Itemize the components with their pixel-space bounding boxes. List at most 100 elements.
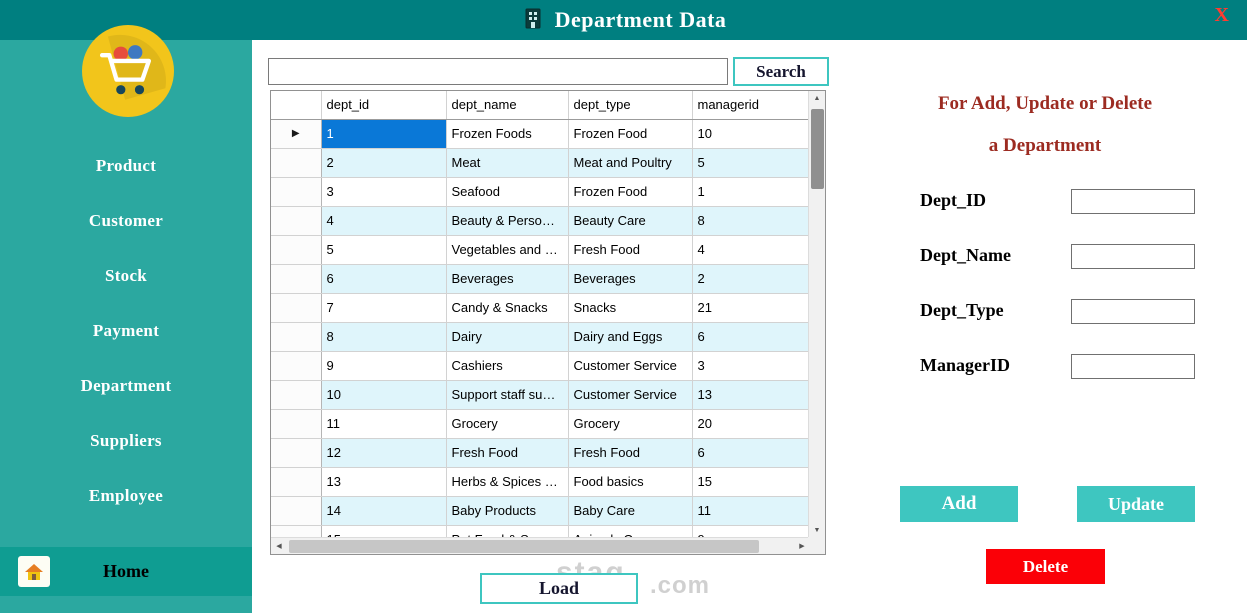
table-row[interactable]: 14 Baby Products Baby Care 11	[271, 496, 810, 526]
table-row[interactable]: 2 Meat Meat and Poultry 5	[271, 148, 810, 178]
grid-cell[interactable]: 3	[321, 177, 447, 207]
table-row[interactable]: 10 Support staff su… Customer Service 13	[271, 380, 810, 410]
close-icon[interactable]: X	[1215, 4, 1229, 27]
grid-cell[interactable]: 10	[692, 119, 810, 149]
table-row[interactable]: 3 Seafood Frozen Food 1	[271, 177, 810, 207]
dept-id-input[interactable]	[1071, 189, 1195, 214]
sidebar-item-department[interactable]: Department	[0, 370, 252, 402]
grid-cell[interactable]: Snacks	[568, 293, 693, 323]
grid-cell[interactable]: 13	[692, 380, 810, 410]
table-row[interactable]: 6 Beverages Beverages 2	[271, 264, 810, 294]
scroll-up-icon[interactable]: ▲	[809, 91, 825, 107]
grid-cell[interactable]: 4	[321, 206, 447, 236]
grid-cell[interactable]: 8	[692, 206, 810, 236]
grid-cell[interactable]: Dairy	[446, 322, 569, 352]
row-header[interactable]	[271, 293, 322, 323]
grid-cell[interactable]: 13	[321, 467, 447, 497]
sidebar-item-stock[interactable]: Stock	[0, 260, 252, 292]
dept-name-input[interactable]	[1071, 244, 1195, 269]
dept-type-input[interactable]	[1071, 299, 1195, 324]
grid-cell[interactable]: 12	[321, 438, 447, 468]
grid-cell[interactable]: Dairy and Eggs	[568, 322, 693, 352]
table-row[interactable]: 12 Fresh Food Fresh Food 6	[271, 438, 810, 468]
row-header[interactable]	[271, 148, 322, 178]
grid-cell[interactable]: Food basics	[568, 467, 693, 497]
sidebar-item-suppliers[interactable]: Suppliers	[0, 425, 252, 457]
grid-cell[interactable]: 6	[692, 438, 810, 468]
sidebar-item-customer[interactable]: Customer	[0, 205, 252, 237]
grid-cell[interactable]: Support staff su…	[446, 380, 569, 410]
grid-cell[interactable]: Baby Products	[446, 496, 569, 526]
grid-cell[interactable]: Beverages	[446, 264, 569, 294]
grid-cell[interactable]: Beauty & Perso…	[446, 206, 569, 236]
add-button[interactable]: Add	[900, 486, 1018, 522]
grid-cell[interactable]: Customer Service	[568, 380, 693, 410]
grid-cell[interactable]: Vegetables and …	[446, 235, 569, 265]
grid-cell[interactable]: Grocery	[446, 409, 569, 439]
grid-cell[interactable]: 2	[321, 148, 447, 178]
row-header[interactable]	[271, 409, 322, 439]
department-table[interactable]: dept_id dept_name dept_type managerid ▶ 1…	[270, 90, 826, 555]
row-header[interactable]	[271, 351, 322, 381]
row-header[interactable]	[271, 235, 322, 265]
row-header[interactable]	[271, 177, 322, 207]
table-row[interactable]: 9 Cashiers Customer Service 3	[271, 351, 810, 381]
column-header-managerid[interactable]: managerid	[692, 91, 810, 120]
grid-cell[interactable]: Frozen Food	[568, 119, 693, 149]
table-row[interactable]: 8 Dairy Dairy and Eggs 6	[271, 322, 810, 352]
update-button[interactable]: Update	[1077, 486, 1195, 522]
grid-cell[interactable]: Fresh Food	[446, 438, 569, 468]
horizontal-scroll-thumb[interactable]	[289, 540, 759, 553]
vertical-scroll-thumb[interactable]	[811, 109, 824, 189]
column-header-dept-type[interactable]: dept_type	[568, 91, 693, 120]
table-row[interactable]: 5 Vegetables and … Fresh Food 4	[271, 235, 810, 265]
row-header[interactable]	[271, 438, 322, 468]
grid-cell[interactable]: 1	[321, 119, 447, 149]
row-header[interactable]	[271, 206, 322, 236]
grid-cell[interactable]: Fresh Food	[568, 438, 693, 468]
grid-cell[interactable]: Customer Service	[568, 351, 693, 381]
table-row[interactable]: 13 Herbs & Spices … Food basics 15	[271, 467, 810, 497]
table-row[interactable]: ▶ 1 Frozen Foods Frozen Food 10	[271, 119, 810, 149]
grid-cell[interactable]: Seafood	[446, 177, 569, 207]
grid-cell[interactable]: 7	[321, 293, 447, 323]
grid-cell[interactable]: Frozen Food	[568, 177, 693, 207]
grid-cell[interactable]: Beauty Care	[568, 206, 693, 236]
vertical-scrollbar[interactable]: ▲ ▼	[808, 91, 825, 539]
grid-cell[interactable]: Cashiers	[446, 351, 569, 381]
table-row[interactable]: 7 Candy & Snacks Snacks 21	[271, 293, 810, 323]
row-header[interactable]	[271, 467, 322, 497]
grid-cell[interactable]: 6	[321, 264, 447, 294]
grid-cell[interactable]: 5	[692, 148, 810, 178]
row-header[interactable]	[271, 380, 322, 410]
table-row[interactable]: 4 Beauty & Perso… Beauty Care 8	[271, 206, 810, 236]
grid-cell[interactable]: 4	[692, 235, 810, 265]
grid-cell[interactable]: Meat and Poultry	[568, 148, 693, 178]
grid-cell[interactable]: 21	[692, 293, 810, 323]
row-header[interactable]	[271, 322, 322, 352]
grid-cell[interactable]: Grocery	[568, 409, 693, 439]
current-row-marker[interactable]: ▶	[271, 119, 322, 149]
grid-cell[interactable]: 20	[692, 409, 810, 439]
sidebar-item-product[interactable]: Product	[0, 150, 252, 182]
grid-cell[interactable]: 6	[692, 322, 810, 352]
grid-cell[interactable]: 3	[692, 351, 810, 381]
grid-cell[interactable]: 9	[321, 351, 447, 381]
column-header-dept-id[interactable]: dept_id	[321, 91, 447, 120]
load-button[interactable]: Load	[480, 573, 638, 604]
grid-cell[interactable]: 10	[321, 380, 447, 410]
grid-cell[interactable]: Meat	[446, 148, 569, 178]
sidebar-item-payment[interactable]: Payment	[0, 315, 252, 347]
grid-cell[interactable]: 2	[692, 264, 810, 294]
delete-button[interactable]: Delete	[986, 549, 1105, 584]
search-input[interactable]	[268, 58, 728, 85]
row-header[interactable]	[271, 496, 322, 526]
grid-cell[interactable]: 15	[692, 467, 810, 497]
grid-cell[interactable]: Frozen Foods	[446, 119, 569, 149]
grid-cell[interactable]: 1	[692, 177, 810, 207]
grid-cell[interactable]: Beverages	[568, 264, 693, 294]
grid-cell[interactable]: 11	[692, 496, 810, 526]
grid-cell[interactable]: 8	[321, 322, 447, 352]
grid-cell[interactable]: Herbs & Spices …	[446, 467, 569, 497]
grid-cell[interactable]: 5	[321, 235, 447, 265]
